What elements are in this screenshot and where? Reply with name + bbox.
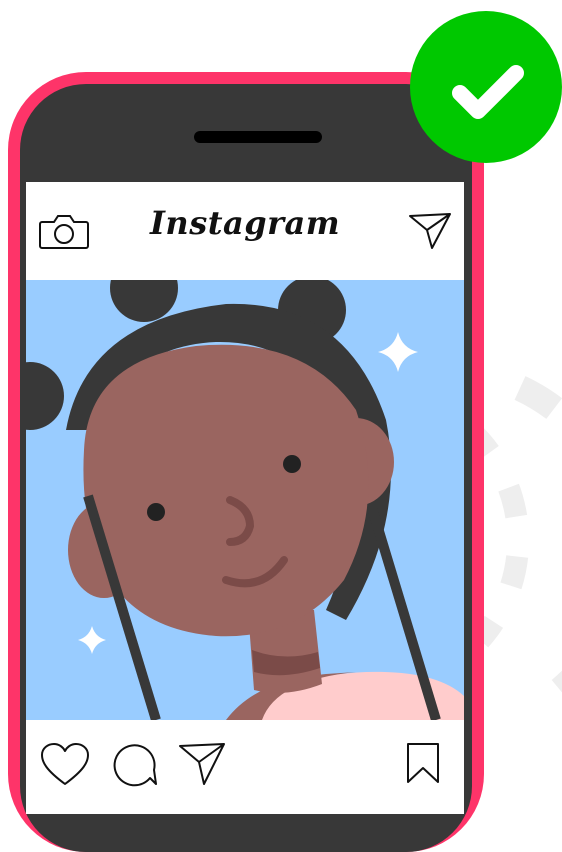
checkmark-icon bbox=[452, 65, 524, 119]
app-header: Instagram bbox=[26, 182, 464, 280]
comment-icon[interactable] bbox=[112, 742, 158, 788]
bookmark-icon[interactable] bbox=[406, 742, 440, 784]
post-image[interactable] bbox=[26, 280, 464, 720]
phone-speaker bbox=[194, 131, 322, 143]
paper-plane-icon[interactable] bbox=[408, 212, 452, 250]
verified-badge bbox=[410, 11, 562, 163]
post-actions-bar bbox=[26, 720, 464, 814]
app-title: Instagram bbox=[149, 204, 341, 242]
share-icon[interactable] bbox=[178, 742, 226, 786]
heart-icon[interactable] bbox=[40, 742, 90, 788]
phone-screen: Instagram bbox=[26, 182, 464, 814]
